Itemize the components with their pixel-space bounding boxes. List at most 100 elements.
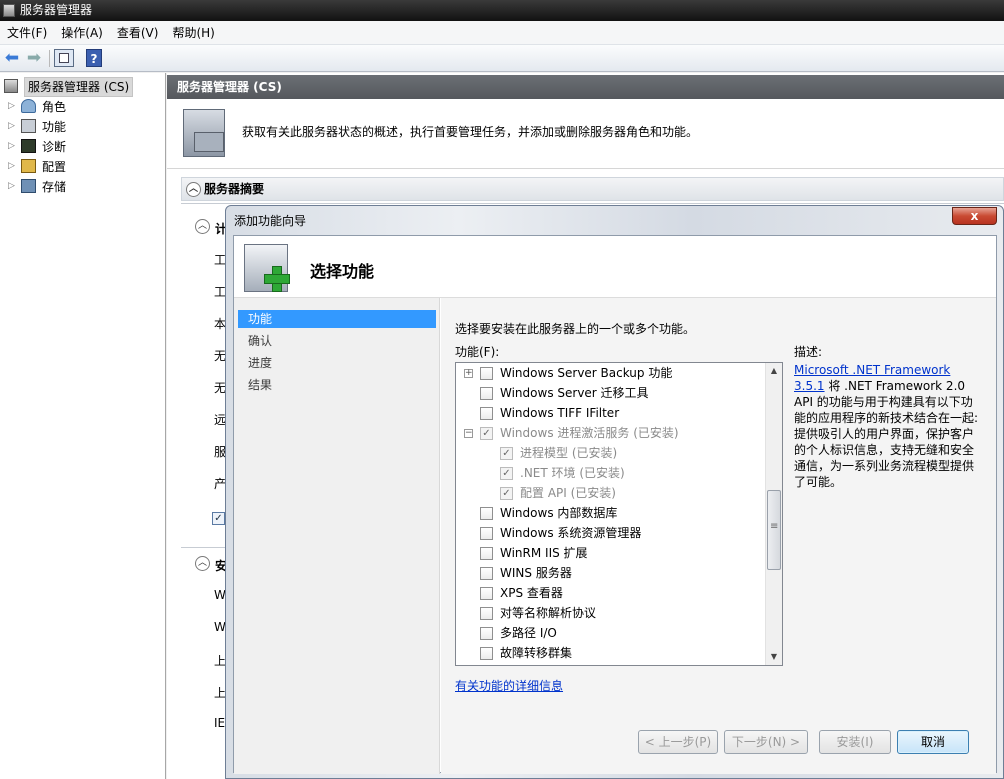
feature-item[interactable]: Windows Server 迁移工具	[456, 383, 766, 403]
close-button[interactable]: x	[952, 207, 997, 225]
feature-label: 对等名称解析协议	[500, 606, 597, 620]
feature-checkbox[interactable]	[480, 627, 493, 640]
previous-button[interactable]: < 上一步(P)	[638, 730, 718, 754]
expand-icon[interactable]: ▷	[8, 121, 15, 131]
window-title: 服务器管理器	[20, 3, 93, 17]
server-toolbox-icon	[183, 109, 225, 157]
tree-item-roles[interactable]: ▷ 角色	[8, 97, 158, 117]
vertical-scrollbar[interactable]: ▲ ▼	[765, 363, 782, 665]
collapse-icon[interactable]: −	[464, 429, 473, 438]
collapse-icon[interactable]: ︿	[195, 556, 210, 571]
instruction-text: 选择要安装在此服务器上的一个或多个功能。	[455, 322, 696, 336]
feature-checkbox[interactable]	[480, 647, 493, 660]
feature-item[interactable]: 对等名称解析协议	[456, 603, 766, 623]
feature-item[interactable]: ✓ .NET 环境 (已安装)	[456, 463, 766, 483]
wizard-heading: 选择功能	[310, 262, 375, 281]
cancel-button[interactable]: 取消	[897, 730, 969, 754]
feature-item[interactable]: ✓ 进程模型 (已安装)	[456, 443, 766, 463]
feature-item[interactable]: XPS 查看器	[456, 583, 766, 603]
feature-checkbox[interactable]	[480, 527, 493, 540]
tree-item-storage[interactable]: ▷ 存储	[8, 177, 158, 197]
feature-label: 多路径 I/O	[500, 626, 557, 640]
feature-checkbox[interactable]	[480, 367, 493, 380]
feature-checkbox[interactable]: ✓	[480, 427, 493, 440]
console-tree-toggle-icon[interactable]	[54, 49, 74, 67]
feature-label: WinRM IIS 扩展	[500, 546, 588, 560]
feature-checkbox[interactable]	[480, 387, 493, 400]
step-features[interactable]: 功能	[238, 310, 436, 328]
menu-view[interactable]: 查看(V)	[110, 21, 166, 45]
expand-icon[interactable]: ▷	[8, 161, 15, 171]
feature-checkbox[interactable]: ✓	[500, 447, 513, 460]
feature-item[interactable]: ✓ 配置 API (已安装)	[456, 483, 766, 503]
feature-label: Windows 系统资源管理器	[500, 526, 642, 540]
feature-checkbox[interactable]	[480, 547, 493, 560]
feature-label: Windows Server Backup 功能	[500, 366, 673, 380]
feature-checkbox[interactable]	[480, 587, 493, 600]
menu-bar: 文件(F) 操作(A) 查看(V) 帮助(H)	[0, 21, 1004, 45]
tree-item-configuration[interactable]: ▷ 配置	[8, 157, 158, 177]
expand-icon[interactable]: ▷	[8, 101, 15, 111]
collapse-icon[interactable]: ︿	[186, 182, 201, 197]
tree-item-label: 配置	[42, 160, 67, 174]
feature-item[interactable]: Windows 系统资源管理器	[456, 523, 766, 543]
help-icon[interactable]: ?	[86, 49, 102, 67]
section-title: 服务器摘要	[204, 182, 265, 196]
overview-banner: 获取有关此服务器状态的概述，执行首要管理任务，并添加或删除服务器角色和功能。	[167, 99, 1004, 169]
feature-item[interactable]: 多路径 I/O	[456, 623, 766, 643]
scroll-thumb[interactable]	[767, 490, 781, 570]
tree-item-label: 功能	[42, 120, 67, 134]
server-manager-icon	[3, 4, 15, 17]
divider	[181, 203, 1004, 204]
expand-icon[interactable]: ▷	[8, 181, 15, 191]
menu-help[interactable]: 帮助(H)	[165, 21, 221, 45]
description-body: 将 .NET Framework 2.0 API 的功能与用于构建具有以下功能的…	[794, 379, 979, 489]
scroll-up-arrow-icon[interactable]: ▲	[766, 363, 782, 379]
forward-arrow-icon[interactable]: ➡	[24, 49, 44, 67]
feature-item[interactable]: WINS 服务器	[456, 563, 766, 583]
feature-item[interactable]: Windows TIFF IFilter	[456, 403, 766, 423]
diagnostics-icon	[21, 139, 36, 153]
feature-checkbox[interactable]: ✓	[500, 487, 513, 500]
feature-checkbox[interactable]: ✓	[500, 467, 513, 480]
feature-checkbox[interactable]	[480, 567, 493, 580]
tree-item-features[interactable]: ▷ 功能	[8, 117, 158, 137]
window-titlebar: 服务器管理器	[0, 0, 1004, 21]
feature-item[interactable]: + Windows Server Backup 功能	[456, 363, 766, 383]
feature-item[interactable]: WinRM IIS 扩展	[456, 543, 766, 563]
install-button[interactable]: 安装(I)	[819, 730, 891, 754]
back-arrow-icon[interactable]: ⬅	[2, 49, 22, 67]
expand-icon[interactable]: +	[464, 369, 473, 378]
feature-label: 配置 API (已安装)	[520, 486, 616, 500]
expand-icon[interactable]: ▷	[8, 141, 15, 151]
feature-checkbox[interactable]	[480, 507, 493, 520]
scroll-down-arrow-icon[interactable]: ▼	[766, 649, 782, 665]
feature-checkbox[interactable]	[480, 607, 493, 620]
more-info-link[interactable]: 有关功能的详细信息	[455, 677, 563, 694]
storage-icon	[21, 179, 36, 193]
next-button[interactable]: 下一步(N) >	[724, 730, 808, 754]
menu-action[interactable]: 操作(A)	[54, 21, 110, 45]
tree-root-server-manager[interactable]: 服务器管理器 (CS)	[4, 77, 164, 97]
feature-item[interactable]: Windows 内部数据库	[456, 503, 766, 523]
collapse-icon[interactable]: ︿	[195, 219, 210, 234]
description-text: Microsoft .NET Framework 3.5.1 将 .NET Fr…	[794, 362, 984, 490]
feature-item[interactable]: 故障转移群集	[456, 643, 766, 663]
server-summary-section[interactable]: ︿ 服务器摘要	[181, 177, 1004, 201]
feature-label: 进程模型 (已安装)	[520, 446, 618, 460]
step-results[interactable]: 结果	[238, 376, 436, 394]
tree-item-label: 角色	[42, 100, 67, 114]
menu-file[interactable]: 文件(F)	[0, 21, 54, 45]
main-header: 服务器管理器 (CS)	[167, 75, 1004, 99]
tree-item-diagnostics[interactable]: ▷ 诊断	[8, 137, 158, 157]
step-progress[interactable]: 进度	[238, 354, 436, 372]
features-tree-list[interactable]: 故障转移群集 多路径 I/O 对等名称解析协议 XPS 查看器 WINS 服务器 WinR…	[455, 362, 783, 666]
summary-checkbox[interactable]: ✓	[212, 512, 225, 525]
feature-label: Windows Server 迁移工具	[500, 386, 649, 400]
dialog-title: 添加功能向导	[234, 214, 307, 228]
feature-checkbox[interactable]	[480, 407, 493, 420]
toolbar: ⬅ ➡ ?	[0, 45, 1004, 72]
step-confirm[interactable]: 确认	[238, 332, 436, 350]
feature-item[interactable]: − ✓ Windows 进程激活服务 (已安装)	[456, 423, 766, 443]
configuration-icon	[21, 159, 36, 173]
